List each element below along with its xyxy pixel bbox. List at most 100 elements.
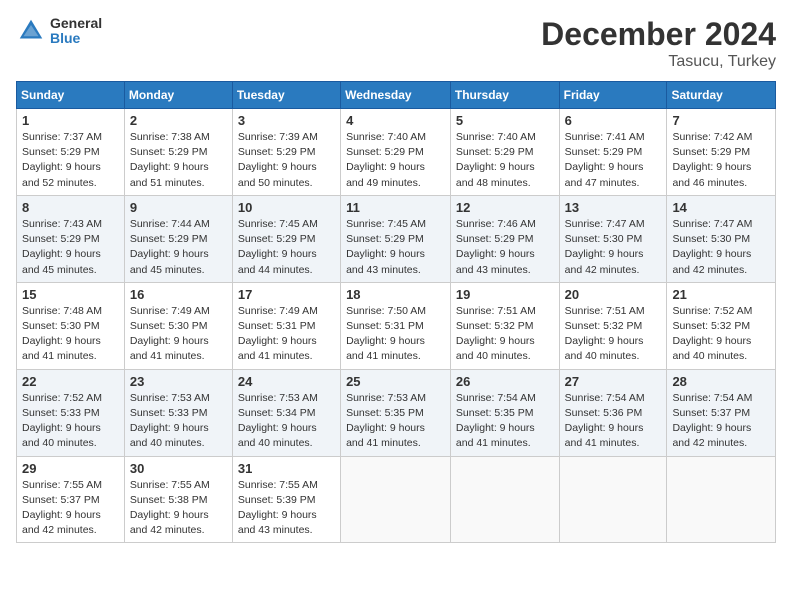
calendar-cell: 14 Sunrise: 7:47 AMSunset: 5:30 PMDayligh… (667, 195, 776, 282)
day-info: Sunrise: 7:52 AMSunset: 5:33 PMDaylight:… (22, 391, 119, 452)
calendar-cell: 30 Sunrise: 7:55 AMSunset: 5:38 PMDayligh… (124, 456, 232, 543)
day-info: Sunrise: 7:41 AMSunset: 5:29 PMDaylight:… (565, 130, 662, 191)
calendar-cell: 1 Sunrise: 7:37 AMSunset: 5:29 PMDaylight… (17, 109, 125, 196)
day-number: 3 (238, 113, 335, 128)
calendar-cell: 20Sunrise: 7:51 AMSunset: 5:32 PMDayligh… (559, 282, 667, 369)
day-number: 29 (22, 461, 119, 476)
day-number: 30 (130, 461, 227, 476)
column-header-friday: Friday (559, 82, 667, 109)
column-header-sunday: Sunday (17, 82, 125, 109)
title-section: December 2024 Tasucu, Turkey (541, 16, 776, 71)
day-number: 1 (22, 113, 119, 128)
calendar-cell: 17Sunrise: 7:49 AMSunset: 5:31 PMDayligh… (232, 282, 340, 369)
calendar-cell (667, 456, 776, 543)
day-info: Sunrise: 7:45 AMSunset: 5:29 PMDaylight:… (238, 217, 335, 278)
calendar-cell: 24 Sunrise: 7:53 AMSunset: 5:34 PMDayligh… (232, 369, 340, 456)
calendar-cell: 31 Sunrise: 7:55 AMSunset: 5:39 PMDayligh… (232, 456, 340, 543)
day-number: 2 (130, 113, 227, 128)
calendar-cell: 5 Sunrise: 7:40 AMSunset: 5:29 PMDaylight… (450, 109, 559, 196)
day-number: 16 (130, 287, 227, 302)
day-info: Sunrise: 7:52 AMSunset: 5:32 PMDaylight:… (672, 304, 770, 365)
day-number: 22 (22, 374, 119, 389)
calendar-cell (341, 456, 451, 543)
day-info: Sunrise: 7:55 AMSunset: 5:39 PMDaylight:… (238, 478, 335, 539)
day-number: 4 (346, 113, 445, 128)
calendar-cell: 13 Sunrise: 7:47 AMSunset: 5:30 PMDayligh… (559, 195, 667, 282)
calendar-cell: 26 Sunrise: 7:54 AMSunset: 5:35 PMDayligh… (450, 369, 559, 456)
column-header-saturday: Saturday (667, 82, 776, 109)
day-info: Sunrise: 7:49 AMSunset: 5:30 PMDaylight:… (130, 304, 227, 365)
day-info: Sunrise: 7:45 AMSunset: 5:29 PMDaylight:… (346, 217, 445, 278)
calendar-week-4: 22 Sunrise: 7:52 AMSunset: 5:33 PMDayligh… (17, 369, 776, 456)
calendar-week-1: 1 Sunrise: 7:37 AMSunset: 5:29 PMDaylight… (17, 109, 776, 196)
day-number: 25 (346, 374, 445, 389)
calendar-subtitle: Tasucu, Turkey (541, 53, 776, 71)
day-number: 15 (22, 287, 119, 302)
column-header-monday: Monday (124, 82, 232, 109)
calendar-cell: 27Sunrise: 7:54 AMSunset: 5:36 PMDayligh… (559, 369, 667, 456)
day-info: Sunrise: 7:47 AMSunset: 5:30 PMDaylight:… (565, 217, 662, 278)
day-info: Sunrise: 7:50 AMSunset: 5:31 PMDaylight:… (346, 304, 445, 365)
logo-icon (16, 16, 46, 46)
day-number: 7 (672, 113, 770, 128)
logo-line1: General (50, 16, 102, 31)
calendar-cell: 21Sunrise: 7:52 AMSunset: 5:32 PMDayligh… (667, 282, 776, 369)
day-info: Sunrise: 7:38 AMSunset: 5:29 PMDaylight:… (130, 130, 227, 191)
calendar-cell: 8Sunrise: 7:43 AMSunset: 5:29 PMDaylight… (17, 195, 125, 282)
day-info: Sunrise: 7:54 AMSunset: 5:37 PMDaylight:… (672, 391, 770, 452)
day-number: 13 (565, 200, 662, 215)
column-header-wednesday: Wednesday (341, 82, 451, 109)
day-info: Sunrise: 7:48 AMSunset: 5:30 PMDaylight:… (22, 304, 119, 365)
day-info: Sunrise: 7:40 AMSunset: 5:29 PMDaylight:… (456, 130, 554, 191)
calendar-cell: 7 Sunrise: 7:42 AMSunset: 5:29 PMDaylight… (667, 109, 776, 196)
calendar-cell: 10 Sunrise: 7:45 AMSunset: 5:29 PMDayligh… (232, 195, 340, 282)
day-info: Sunrise: 7:54 AMSunset: 5:35 PMDaylight:… (456, 391, 554, 452)
day-info: Sunrise: 7:53 AMSunset: 5:33 PMDaylight:… (130, 391, 227, 452)
day-info: Sunrise: 7:55 AMSunset: 5:37 PMDaylight:… (22, 478, 119, 539)
page-header: General Blue December 2024 Tasucu, Turke… (16, 16, 776, 71)
calendar-week-3: 15 Sunrise: 7:48 AMSunset: 5:30 PMDayligh… (17, 282, 776, 369)
day-number: 27 (565, 374, 662, 389)
day-info: Sunrise: 7:43 AMSunset: 5:29 PMDaylight:… (22, 217, 119, 278)
calendar-cell: 11Sunrise: 7:45 AMSunset: 5:29 PMDayligh… (341, 195, 451, 282)
day-number: 10 (238, 200, 335, 215)
day-number: 18 (346, 287, 445, 302)
day-number: 17 (238, 287, 335, 302)
day-number: 6 (565, 113, 662, 128)
day-info: Sunrise: 7:42 AMSunset: 5:29 PMDaylight:… (672, 130, 770, 191)
calendar-cell: 3 Sunrise: 7:39 AMSunset: 5:29 PMDaylight… (232, 109, 340, 196)
day-number: 31 (238, 461, 335, 476)
logo: General Blue (16, 16, 102, 47)
day-number: 14 (672, 200, 770, 215)
day-info: Sunrise: 7:51 AMSunset: 5:32 PMDaylight:… (565, 304, 662, 365)
day-number: 5 (456, 113, 554, 128)
day-info: Sunrise: 7:46 AMSunset: 5:29 PMDaylight:… (456, 217, 554, 278)
calendar-cell (559, 456, 667, 543)
day-number: 9 (130, 200, 227, 215)
day-info: Sunrise: 7:47 AMSunset: 5:30 PMDaylight:… (672, 217, 770, 278)
day-info: Sunrise: 7:53 AMSunset: 5:35 PMDaylight:… (346, 391, 445, 452)
calendar-cell: 29 Sunrise: 7:55 AMSunset: 5:37 PMDayligh… (17, 456, 125, 543)
calendar-cell: 19Sunrise: 7:51 AMSunset: 5:32 PMDayligh… (450, 282, 559, 369)
day-number: 24 (238, 374, 335, 389)
calendar-week-2: 8Sunrise: 7:43 AMSunset: 5:29 PMDaylight… (17, 195, 776, 282)
day-number: 19 (456, 287, 554, 302)
calendar-cell: 25 Sunrise: 7:53 AMSunset: 5:35 PMDayligh… (341, 369, 451, 456)
calendar-cell: 22 Sunrise: 7:52 AMSunset: 5:33 PMDayligh… (17, 369, 125, 456)
day-number: 28 (672, 374, 770, 389)
calendar-table: SundayMondayTuesdayWednesdayThursdayFrid… (16, 81, 776, 543)
day-info: Sunrise: 7:53 AMSunset: 5:34 PMDaylight:… (238, 391, 335, 452)
day-info: Sunrise: 7:40 AMSunset: 5:29 PMDaylight:… (346, 130, 445, 191)
day-info: Sunrise: 7:55 AMSunset: 5:38 PMDaylight:… (130, 478, 227, 539)
calendar-cell: 23 Sunrise: 7:53 AMSunset: 5:33 PMDayligh… (124, 369, 232, 456)
column-header-thursday: Thursday (450, 82, 559, 109)
day-info: Sunrise: 7:39 AMSunset: 5:29 PMDaylight:… (238, 130, 335, 191)
calendar-cell: 12Sunrise: 7:46 AMSunset: 5:29 PMDayligh… (450, 195, 559, 282)
day-info: Sunrise: 7:37 AMSunset: 5:29 PMDaylight:… (22, 130, 119, 191)
calendar-cell: 2 Sunrise: 7:38 AMSunset: 5:29 PMDaylight… (124, 109, 232, 196)
calendar-cell: 28 Sunrise: 7:54 AMSunset: 5:37 PMDayligh… (667, 369, 776, 456)
day-number: 23 (130, 374, 227, 389)
calendar-title: December 2024 (541, 16, 776, 53)
calendar-cell: 6 Sunrise: 7:41 AMSunset: 5:29 PMDaylight… (559, 109, 667, 196)
day-number: 26 (456, 374, 554, 389)
